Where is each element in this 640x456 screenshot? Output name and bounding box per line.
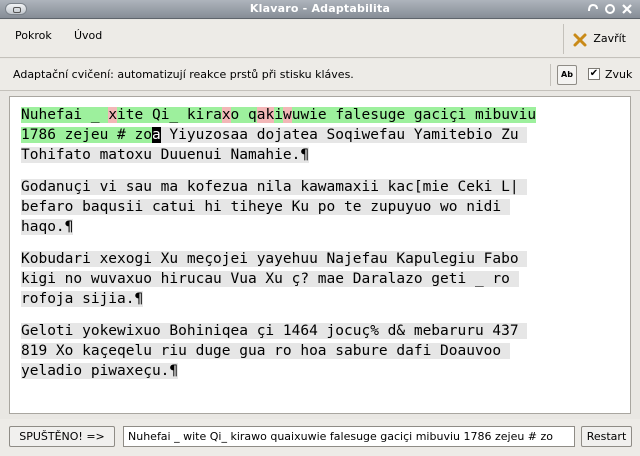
close-label: Zavřít bbox=[593, 32, 626, 45]
typed-correct-segment: i bbox=[274, 107, 283, 123]
exercise-line: yeladio piwaxeçu.¶ bbox=[21, 361, 620, 381]
exercise-line: Tohifato matoxu Duuenui Namahie.¶ bbox=[21, 145, 620, 165]
toolbar-separator bbox=[563, 24, 564, 54]
exercise-text-area[interactable]: Nuhefai _ xite Qi_ kiraxo qakiwuwie fale… bbox=[9, 96, 631, 414]
exercise-line: rofoja sijia.¶ bbox=[21, 289, 620, 309]
close-window-icon[interactable] bbox=[620, 2, 634, 16]
pending-text-segment: Tohifato matoxu Duuenui Namahie.¶ bbox=[21, 147, 310, 163]
title-bar[interactable]: Klavaro - Adaptabilita bbox=[0, 0, 640, 19]
exercise-line: haqo.¶ bbox=[21, 217, 620, 237]
typed-correct-segment: ite Qi_ kira bbox=[117, 107, 222, 123]
typed-error-segment: x bbox=[108, 107, 118, 123]
font-icon: Ab bbox=[561, 70, 573, 79]
exercise-paragraph: Kobudari xexogi Xu meçojei yayehuu Najef… bbox=[21, 249, 620, 309]
exercise-description: Adaptační cvičení: automatizují reakce p… bbox=[13, 68, 354, 81]
pending-text-segment: befaro baqusii catui hi tiheye Ku po te … bbox=[21, 199, 510, 215]
restart-button[interactable]: Restart bbox=[581, 426, 632, 447]
typed-correct-segment: Nuhefai _ bbox=[21, 107, 109, 123]
exercise-line: Kobudari xexogi Xu meçojei yayehuu Najef… bbox=[21, 249, 620, 269]
exercise-line: Godanuçi vi sau ma kofezua nila kawamaxi… bbox=[21, 177, 620, 197]
font-settings-button[interactable]: Ab bbox=[557, 65, 577, 85]
exercise-line: Geloti yokewixuo Bohiniqea çi 1464 jocuç… bbox=[21, 321, 620, 341]
minimize-icon[interactable] bbox=[586, 2, 600, 16]
menu-item-intro[interactable]: Úvod bbox=[72, 29, 104, 42]
pending-text-segment: rofoja sijia.¶ bbox=[21, 291, 144, 307]
close-icon bbox=[572, 31, 588, 47]
typed-error-segment: ak bbox=[256, 107, 275, 123]
close-button[interactable]: Zavřít bbox=[567, 25, 632, 53]
exercise-line: kigi no wuvaxuo hirucau Vua Xu ç? mae Da… bbox=[21, 269, 620, 289]
window-title: Klavaro - Adaptabilita bbox=[249, 2, 391, 15]
typed-error-segment: w bbox=[282, 107, 292, 123]
pending-text-segment: Yiyuzosaa dojatea Soqiwefau Yamitebio Zu bbox=[160, 127, 528, 143]
menu-item-progress[interactable]: Pokrok bbox=[13, 29, 54, 42]
pending-text-segment: haqo.¶ bbox=[21, 219, 74, 235]
exercise-paragraph: Nuhefai _ xite Qi_ kiraxo qakiwuwie fale… bbox=[21, 105, 620, 165]
typed-correct-segment: o q bbox=[230, 107, 257, 123]
sound-label: Zvuk bbox=[605, 68, 633, 81]
status-button[interactable]: SPUŠTĚNO! => bbox=[9, 426, 115, 447]
maximize-icon[interactable] bbox=[603, 2, 617, 16]
exercise-line: 819 Xo kaçeqelu riu duge gua ro hoa sabu… bbox=[21, 341, 620, 361]
exercise-paragraph: Geloti yokewixuo Bohiniqea çi 1464 jocuç… bbox=[21, 321, 620, 381]
pending-text-segment: Kobudari xexogi Xu meçojei yayehuu Najef… bbox=[21, 251, 528, 267]
sound-checkbox[interactable]: ✔ bbox=[588, 68, 600, 80]
typed-error-segment: x bbox=[221, 107, 231, 123]
exercise-line: befaro baqusii catui hi tiheye Ku po te … bbox=[21, 197, 620, 217]
toolbar: Pokrok Úvod Zavřít bbox=[0, 20, 640, 58]
pending-text-segment: 819 Xo kaçeqelu riu duge gua ro hoa sabu… bbox=[21, 343, 510, 359]
exercise-line: Nuhefai _ xite Qi_ kiraxo qakiwuwie fale… bbox=[21, 105, 620, 125]
exercise-paragraph: Godanuçi vi sau ma kofezua nila kawamaxi… bbox=[21, 177, 620, 237]
exercise-line: 1786 zejeu # zoa Yiyuzosaa dojatea Soqiw… bbox=[21, 125, 620, 145]
typed-text-field[interactable]: Nuhefai _ wite Qi_ kirawo quaixuwie fale… bbox=[123, 426, 575, 447]
text-cursor: a bbox=[151, 127, 161, 143]
pending-text-segment: Geloti yokewixuo Bohiniqea çi 1464 jocuç… bbox=[21, 323, 528, 339]
info-separator bbox=[550, 64, 551, 86]
info-bar: Adaptační cvičení: automatizují reakce p… bbox=[0, 59, 640, 91]
pending-text-segment: yeladio piwaxeçu.¶ bbox=[21, 363, 179, 379]
pending-text-segment: kigi no wuvaxuo hirucau Vua Xu ç? mae Da… bbox=[21, 271, 519, 287]
typed-correct-segment: 1786 zejeu # zo bbox=[21, 127, 152, 143]
pending-text-segment: Godanuçi vi sau ma kofezua nila kawamaxi… bbox=[21, 179, 528, 195]
bottom-bar: SPUŠTĚNO! => Nuhefai _ wite Qi_ kirawo q… bbox=[0, 419, 640, 456]
typed-correct-segment: uwie falesuge gaciçi mibuviu bbox=[291, 107, 537, 123]
